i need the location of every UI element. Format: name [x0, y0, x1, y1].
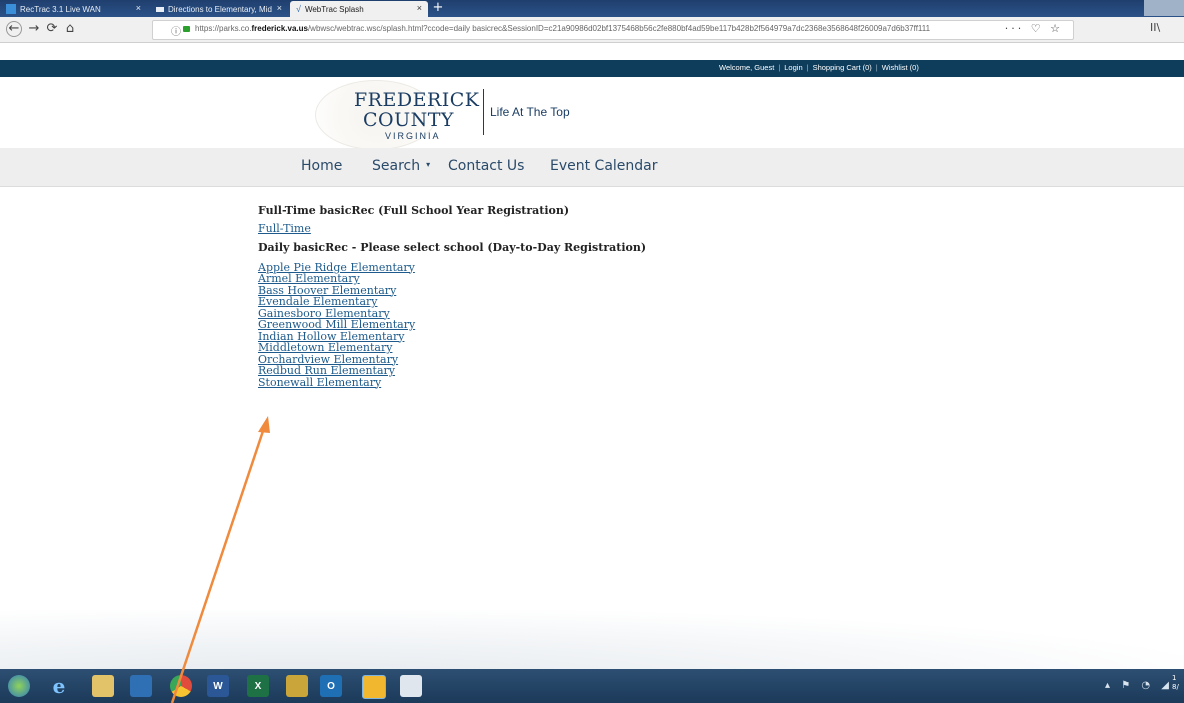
school-list: Apple Pie Ridge Elementary Armel Element…	[258, 261, 646, 389]
registration-content: Full-Time basicRec (Full School Year Reg…	[258, 204, 646, 388]
chevron-down-icon: ▾	[426, 160, 431, 169]
school-link[interactable]: Armel Elementary	[258, 273, 646, 285]
page-actions-icon[interactable]: ··· ♡ ☆	[1005, 22, 1063, 35]
school-link[interactable]: Greenwood Mill Elementary	[258, 319, 646, 331]
close-icon[interactable]: ×	[136, 3, 141, 13]
document-icon[interactable]	[400, 675, 422, 697]
browser-tab-bar: RecTrac 3.1 Live WAN × Directions to Ele…	[0, 0, 1184, 17]
school-link[interactable]: Middletown Elementary	[258, 342, 646, 354]
excel-icon[interactable]: X	[247, 675, 269, 697]
logo-text-county[interactable]: COUNTY	[363, 109, 454, 131]
menu-contact-us[interactable]: Contact Us	[448, 158, 524, 174]
file-explorer-icon[interactable]	[92, 675, 114, 697]
home-icon[interactable]: ⌂	[62, 21, 78, 37]
windows-taskbar: e W X O ▴ ⚑ ◔ ◢ 1 8/	[0, 669, 1184, 703]
menu-search[interactable]: Search ▾	[372, 158, 430, 174]
start-button-icon[interactable]	[8, 675, 30, 697]
address-bar[interactable]: ⓘ https://parks.co.frederick.va.us/wbwsc…	[152, 20, 1074, 40]
clock-date: 8/	[1172, 683, 1179, 691]
new-tab-button[interactable]: +	[431, 0, 445, 16]
word-icon[interactable]: W	[207, 675, 229, 697]
menu-event-calendar[interactable]: Event Calendar	[550, 158, 658, 174]
shopping-cart-link[interactable]: Shopping Cart (0)	[813, 63, 872, 72]
arrow-head	[258, 416, 270, 433]
fulltime-link[interactable]: Full-Time	[258, 223, 646, 235]
webtrac-icon: √	[296, 4, 301, 14]
rectrac-icon	[6, 4, 16, 14]
login-link[interactable]: Login	[784, 63, 802, 72]
school-link[interactable]: Stonewall Elementary	[258, 376, 646, 389]
fulltime-heading: Full-Time basicRec (Full School Year Reg…	[258, 204, 570, 217]
clock[interactable]: 1 8/	[1172, 674, 1179, 692]
logo-divider	[483, 89, 484, 135]
school-link[interactable]: Redbud Run Elementary	[258, 365, 646, 377]
welcome-text: Welcome, Guest	[719, 63, 775, 72]
close-icon[interactable]: ×	[277, 3, 282, 13]
close-icon[interactable]: ×	[417, 3, 422, 13]
library-icon[interactable]: II\	[1150, 21, 1160, 34]
clock-time: 1	[1172, 674, 1177, 682]
browser-nav-bar: ← → ⟳ ⌂ ⓘ https://parks.co.frederick.va.…	[0, 17, 1184, 43]
tagline: Life At The Top	[490, 105, 570, 119]
window-controls[interactable]	[1144, 0, 1184, 16]
menu-search-label: Search	[372, 158, 421, 174]
account-bar: Welcome, Guest | Login | Shopping Cart (0) | W…	[0, 60, 1184, 77]
internet-explorer-icon[interactable]: e	[48, 674, 70, 698]
tab-rectrac[interactable]: RecTrac 3.1 Live WAN ×	[0, 1, 147, 17]
url-text[interactable]: https://parks.co.frederick.va.us/wbwsc/w…	[195, 24, 985, 33]
files-icon[interactable]	[362, 675, 386, 699]
app-icon[interactable]	[286, 675, 308, 697]
tab-label: WebTrac Splash	[304, 4, 364, 14]
info-icon[interactable]: ⓘ	[171, 23, 181, 38]
reload-icon[interactable]: ⟳	[44, 21, 60, 37]
chrome-icon[interactable]	[170, 675, 192, 697]
car-icon	[156, 6, 164, 12]
main-menu: Home Search ▾ Contact Us Event Calendar	[0, 148, 1184, 187]
tab-label: RecTrac 3.1 Live WAN	[20, 4, 101, 14]
daily-heading: Daily basicRec - Please select school (D…	[258, 240, 647, 254]
tab-label: Directions to Elementary, Mid	[168, 4, 272, 14]
account-links: Welcome, Guest | Login | Shopping Cart (0) | W…	[719, 63, 919, 72]
system-tray-icons[interactable]: ▴ ⚑ ◔ ◢	[1105, 680, 1173, 691]
wishlist-link[interactable]: Wishlist (0)	[882, 63, 919, 72]
logo-text-virginia[interactable]: VIRGINIA	[385, 131, 441, 141]
tab-directions[interactable]: Directions to Elementary, Mid ×	[150, 1, 288, 17]
back-icon[interactable]: ←	[6, 21, 22, 37]
lock-icon	[183, 26, 190, 32]
forward-icon[interactable]: →	[26, 21, 42, 37]
outlook-icon[interactable]: O	[320, 675, 342, 697]
menu-home[interactable]: Home	[301, 158, 342, 174]
media-player-icon[interactable]	[130, 675, 152, 697]
tab-webtrac[interactable]: √ WebTrac Splash ×	[290, 1, 428, 17]
school-link[interactable]: Evendale Elementary	[258, 296, 646, 308]
background-hill	[0, 610, 1184, 670]
logo-text-frederick[interactable]: FREDERICK	[354, 89, 480, 111]
